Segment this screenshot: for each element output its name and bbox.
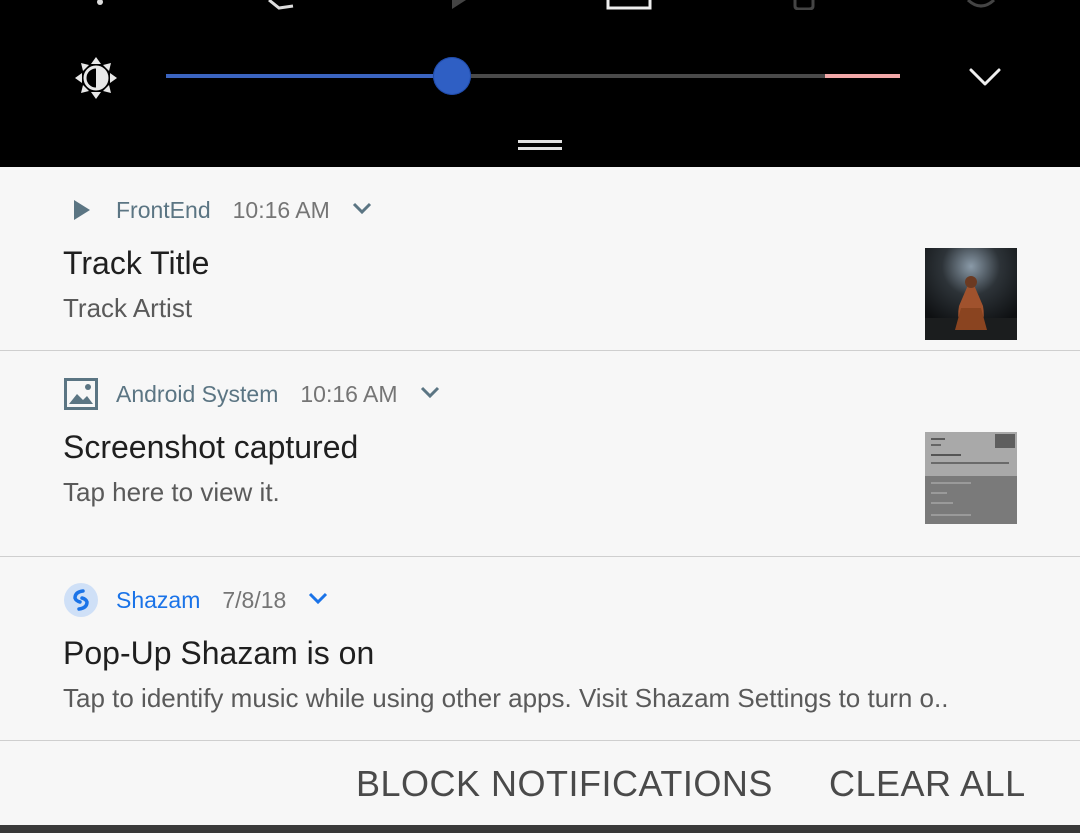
notification-time: 7/8/18 [222,586,287,613]
quick-tile-partial[interactable] [606,0,652,10]
slider-warning-zone [825,74,900,78]
app-name: Shazam [116,586,201,613]
notification-title: Track Title [63,245,210,281]
bottom-edge [0,825,1080,833]
notification-footer: BLOCK NOTIFICATIONS CLEAR ALL [0,741,1080,825]
notification-frontend[interactable]: FrontEnd 10:16 AM Track Title Track Arti… [0,167,1080,351]
notification-android-system[interactable]: Android System 10:16 AM Screenshot captu… [0,351,1080,557]
notification-shazam[interactable]: Shazam 7/8/18 Pop-Up Shazam is on Tap to… [0,557,1080,741]
notification-title: Screenshot captured [63,429,359,465]
quick-tile-partial[interactable] [265,0,305,10]
notification-time: 10:16 AM [232,196,330,223]
app-name: Android System [116,380,279,407]
quick-tile-partial[interactable] [448,0,472,10]
notification-header: Android System 10:16 AM [63,374,442,414]
notification-text: Tap here to view it. [63,477,280,507]
shazam-icon [63,582,99,618]
clear-all-button[interactable]: CLEAR ALL [829,763,1026,805]
slider-thumb[interactable] [433,57,471,95]
chevron-down-icon[interactable] [418,380,442,409]
expand-quick-settings-button[interactable] [962,58,1008,98]
notification-header: FrontEnd 10:16 AM [63,190,374,230]
quick-tile-partial[interactable] [792,0,816,10]
screenshot-thumbnail [925,432,1017,524]
quick-settings-panel [0,0,1080,167]
slider-fill [166,74,452,78]
album-art [925,248,1017,340]
image-icon [63,376,99,412]
notification-text: Tap to identify music while using other … [63,683,949,713]
quick-tile-partial[interactable] [88,0,108,10]
chevron-down-icon[interactable] [350,196,374,225]
brightness-icon [72,54,120,102]
block-notifications-button[interactable]: BLOCK NOTIFICATIONS [356,763,773,805]
notification-header: Shazam 7/8/18 [63,580,330,620]
play-icon [63,192,99,228]
chevron-down-icon[interactable] [306,586,330,615]
quick-tile-partial[interactable] [966,0,996,10]
drag-handle[interactable] [518,140,562,152]
notification-title: Pop-Up Shazam is on [63,635,375,671]
app-name: FrontEnd [116,196,211,223]
notification-time: 10:16 AM [300,380,398,407]
brightness-slider[interactable] [166,57,900,95]
notification-text: Track Artist [63,293,193,323]
